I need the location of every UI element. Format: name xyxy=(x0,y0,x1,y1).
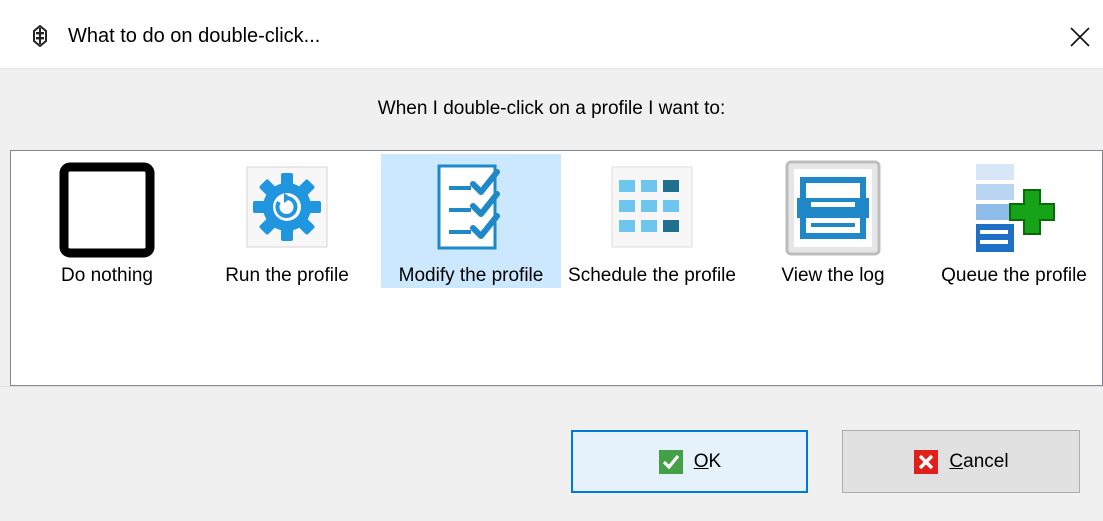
cancel-label: Cancel xyxy=(949,450,1009,472)
prompt-text: When I double-click on a profile I want … xyxy=(377,98,726,119)
x-icon xyxy=(913,449,939,475)
ok-label: OK xyxy=(693,450,722,472)
action-list[interactable]: Do nothing Run the profile Modify the pr… xyxy=(10,150,1103,386)
option-do-nothing[interactable]: Do nothing xyxy=(17,154,197,288)
option-label: View the log xyxy=(781,265,885,286)
cancel-button[interactable]: Cancel xyxy=(842,430,1080,493)
option-label: Run the profile xyxy=(225,265,349,286)
option-schedule-profile[interactable]: Schedule the profile xyxy=(562,154,742,288)
check-icon xyxy=(658,449,684,475)
option-modify-profile[interactable]: Modify the profile xyxy=(381,154,561,288)
option-label: Do nothing xyxy=(61,265,153,286)
app-icon xyxy=(30,24,50,48)
window-title: What to do on double-click... xyxy=(68,25,321,47)
option-view-log[interactable]: View the log xyxy=(743,154,923,288)
option-run-profile[interactable]: Run the profile xyxy=(197,154,377,288)
ok-button[interactable]: OK xyxy=(571,430,808,493)
footer-divider xyxy=(0,386,1103,387)
option-queue-profile[interactable]: Queue the profile xyxy=(924,154,1102,288)
title-bar: What to do on double-click... xyxy=(0,0,1103,69)
option-label: Queue the profile xyxy=(941,265,1087,286)
option-label: Modify the profile xyxy=(398,265,544,286)
option-label: Schedule the profile xyxy=(568,265,736,286)
close-button[interactable] xyxy=(1056,14,1103,58)
